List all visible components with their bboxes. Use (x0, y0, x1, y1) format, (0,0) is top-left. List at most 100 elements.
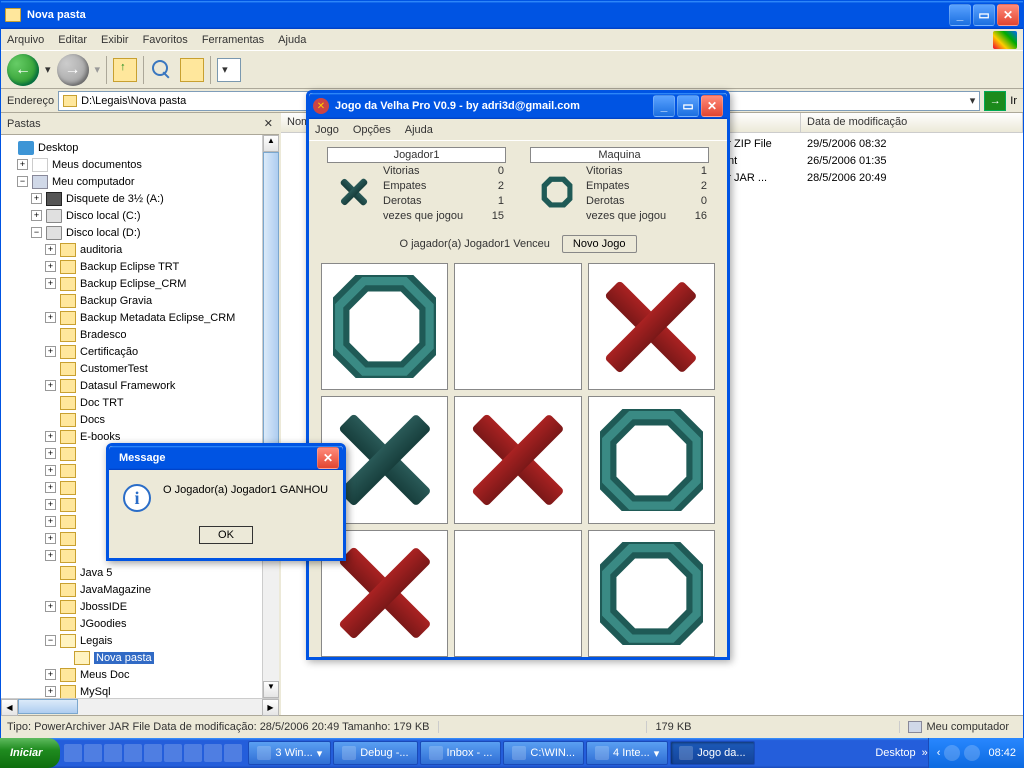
scroll-down-button[interactable]: ▼ (263, 681, 279, 698)
menu-jogo[interactable]: Jogo (315, 124, 339, 136)
menu-exibir[interactable]: Exibir (101, 34, 129, 46)
taskbar: Iniciar 3 Win...▾ Debug -... Inbox - ...… (0, 738, 1024, 768)
cell-2-1[interactable] (454, 530, 581, 657)
message-titlebar[interactable]: Message ✕ (109, 446, 343, 470)
task-button[interactable]: Debug -... (333, 741, 417, 765)
menu-arquivo[interactable]: Arquivo (7, 34, 44, 46)
desktop-icon (18, 141, 34, 155)
folder-tree[interactable]: Desktop +Meus documentos −Meu computador… (1, 135, 262, 698)
tray-icon[interactable] (944, 745, 960, 761)
scoreboard: Jogador1 Vitorias0 Empates2 Derotas1 vez… (309, 141, 727, 231)
folders-pane: Pastas ✕ Desktop +Meus documentos −Meu c… (1, 113, 281, 715)
menu-editar[interactable]: Editar (58, 34, 87, 46)
up-folder-button[interactable] (113, 58, 137, 82)
x-mark-icon (335, 543, 435, 643)
selected-folder[interactable]: Nova pasta (94, 652, 154, 664)
maximize-button[interactable]: ▭ (973, 4, 995, 26)
task-button[interactable]: 3 Win...▾ (248, 741, 331, 765)
forward-button[interactable]: → (57, 54, 89, 86)
go-button[interactable]: → (984, 91, 1006, 111)
col-date[interactable]: Data de modificação (801, 113, 1023, 132)
task-button[interactable]: 4 Inte...▾ (586, 741, 668, 765)
game-app-icon: ✕ (313, 98, 329, 114)
ql-icon[interactable] (84, 744, 102, 762)
system-tray: ‹ 08:42 (928, 738, 1024, 768)
message-title: Message (113, 452, 317, 464)
task-button[interactable]: C:\WIN... (503, 741, 584, 765)
menu-ajuda[interactable]: Ajuda (405, 124, 433, 136)
cell-0-0[interactable] (321, 263, 448, 390)
mail-icon (429, 746, 443, 760)
ql-icon[interactable] (164, 744, 182, 762)
explorer-toolbar: ←▾ →▾ (1, 51, 1023, 89)
window-title: Nova pasta (27, 9, 949, 21)
mydocs-icon (32, 158, 48, 172)
ql-icon[interactable] (64, 744, 82, 762)
ql-icon[interactable] (184, 744, 202, 762)
windows-flag-icon (993, 31, 1017, 49)
close-button[interactable]: ✕ (997, 4, 1019, 26)
menu-opcoes[interactable]: Opções (353, 124, 391, 136)
cell-1-2[interactable] (588, 396, 715, 523)
task-buttons: 3 Win...▾ Debug -... Inbox - ... C:\WIN.… (246, 741, 869, 765)
views-button[interactable] (217, 58, 241, 82)
collapse-button[interactable]: − (17, 176, 28, 187)
x-mark-icon (468, 410, 568, 510)
task-button[interactable]: Inbox - ... (420, 741, 502, 765)
ql-icon[interactable] (124, 744, 142, 762)
close-button[interactable]: ✕ (701, 95, 723, 117)
player2-mark-icon (530, 165, 584, 219)
ql-icon[interactable] (144, 744, 162, 762)
folder-icon (63, 95, 77, 107)
game-board (309, 257, 727, 663)
start-button[interactable]: Iniciar (0, 738, 60, 768)
info-icon: i (123, 484, 151, 512)
ql-icon[interactable] (204, 744, 222, 762)
new-game-button[interactable]: Novo Jogo (562, 235, 637, 253)
task-button[interactable]: Jogo da... (670, 741, 754, 765)
menu-ajuda[interactable]: Ajuda (278, 34, 306, 46)
scroll-up-button[interactable]: ▲ (263, 135, 279, 152)
tray-icon[interactable] (964, 745, 980, 761)
explorer-titlebar[interactable]: Nova pasta _ ▭ ✕ (1, 1, 1023, 29)
folder-open-icon (74, 651, 90, 665)
tray-expand-button[interactable]: ‹ (937, 747, 941, 759)
player2-name: Maquina (530, 147, 709, 163)
expand-button[interactable]: + (17, 159, 28, 170)
ql-icon[interactable] (224, 744, 242, 762)
ql-icon[interactable] (104, 744, 122, 762)
close-button[interactable]: ✕ (317, 447, 339, 469)
scroll-thumb[interactable] (263, 152, 279, 492)
back-button[interactable]: ← (7, 54, 39, 86)
message-dialog: Message ✕ i O Jogador(a) Jogador1 GANHOU… (106, 443, 346, 561)
folders-button[interactable] (180, 58, 204, 82)
x-mark-icon (601, 277, 701, 377)
o-mark-icon (600, 542, 703, 645)
player1-name: Jogador1 (327, 147, 506, 163)
close-pane-button[interactable]: ✕ (264, 117, 273, 130)
cell-2-2[interactable] (588, 530, 715, 657)
drive-icon (46, 226, 62, 240)
cell-1-1[interactable] (454, 396, 581, 523)
maximize-button[interactable]: ▭ (677, 95, 699, 117)
search-button[interactable] (150, 58, 174, 82)
cell-0-2[interactable] (588, 263, 715, 390)
game-titlebar[interactable]: ✕ Jogo da Velha Pro V0.9 - by adri3d@gma… (309, 93, 727, 119)
desktop-toolbar-label[interactable]: Desktop (869, 747, 921, 759)
player1-box: Jogador1 Vitorias0 Empates2 Derotas1 vez… (327, 147, 506, 225)
x-mark-icon (335, 410, 435, 510)
pane-title: Pastas (7, 118, 41, 130)
minimize-button[interactable]: _ (949, 4, 971, 26)
o-mark-icon (600, 409, 703, 512)
address-path: D:\Legais\Nova pasta (81, 95, 186, 107)
minimize-button[interactable]: _ (653, 95, 675, 117)
explorer-menubar: Arquivo Editar Exibir Favoritos Ferramen… (1, 29, 1023, 51)
tree-scrollbar[interactable]: ▲ ▼ (262, 135, 279, 698)
menu-favoritos[interactable]: Favoritos (143, 34, 188, 46)
tree-hscrollbar[interactable]: ◀▶ (1, 698, 279, 715)
clock[interactable]: 08:42 (988, 747, 1016, 759)
menu-ferramentas[interactable]: Ferramentas (202, 34, 264, 46)
ok-button[interactable]: OK (199, 526, 253, 544)
cell-0-1[interactable] (454, 263, 581, 390)
drive-icon (46, 209, 62, 223)
